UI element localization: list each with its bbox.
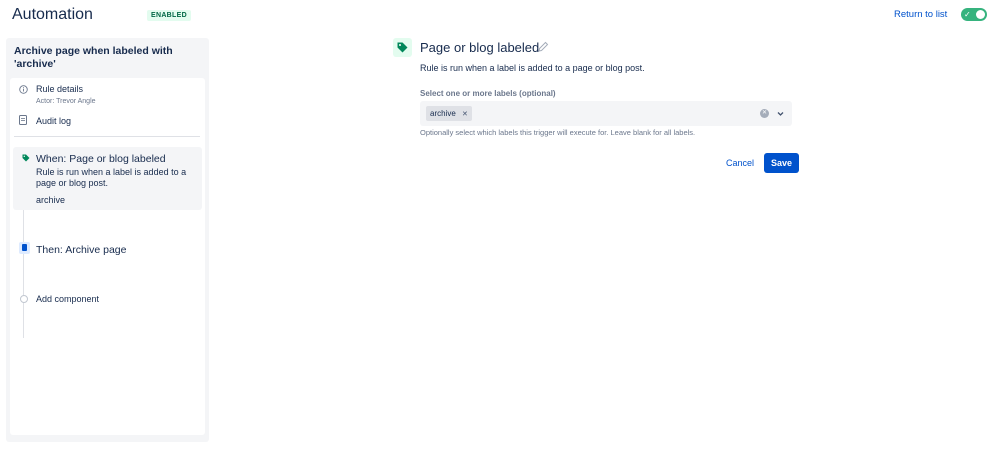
rule-sidebar: Archive page when labeled with 'archive'… [6, 38, 209, 442]
clear-selection-icon[interactable]: ✕ [760, 109, 769, 118]
add-component-button[interactable]: Add component [13, 292, 202, 310]
action-step-title: Then: Archive page [36, 244, 127, 256]
rule-enabled-toggle[interactable]: ✓ [961, 8, 987, 21]
rule-name: Archive page when labeled with 'archive' [14, 45, 173, 70]
status-badge: ENABLED [147, 10, 191, 21]
trigger-step-title: When: Page or blog labeled [36, 153, 166, 165]
labels-select[interactable]: archive ✕ ✕ [420, 101, 792, 126]
labels-helper-text: Optionally select which labels this trig… [420, 128, 696, 137]
trigger-icon [393, 38, 412, 57]
chevron-down-icon[interactable] [776, 109, 785, 118]
check-icon: ✓ [964, 10, 971, 19]
label-chip: archive ✕ [426, 106, 472, 121]
add-component-label: Add component [36, 294, 100, 304]
audit-log-item[interactable]: Audit log [10, 115, 205, 129]
circle-icon [20, 295, 28, 303]
action-step[interactable]: Then: Archive page [13, 239, 202, 261]
rule-details-item[interactable]: Rule details Actor: Trevor Angle [10, 84, 205, 110]
rule-actor: Actor: Trevor Angle [36, 98, 96, 105]
document-icon [19, 115, 27, 127]
trigger-description: Rule is run when a label is added to a p… [420, 63, 645, 73]
trigger-step[interactable]: When: Page or blog labeled Rule is run w… [13, 147, 202, 210]
trigger-step-label: archive [36, 195, 66, 205]
return-to-list-link[interactable]: Return to list [894, 9, 947, 20]
remove-label-icon[interactable]: ✕ [462, 107, 468, 122]
labels-field-label: Select one or more labels (optional) [420, 89, 556, 98]
cancel-button[interactable]: Cancel [719, 153, 761, 173]
rule-details-label: Rule details [36, 84, 84, 94]
trigger-title: Page or blog labeled [420, 40, 540, 55]
save-button[interactable]: Save [764, 153, 799, 173]
archive-page-icon [19, 242, 30, 254]
pencil-icon[interactable] [537, 41, 549, 53]
toggle-knob [976, 10, 985, 19]
tag-icon [397, 42, 408, 53]
sidebar-divider [14, 136, 200, 137]
audit-log-label: Audit log [36, 116, 72, 126]
page-title: Automation [12, 6, 93, 23]
rule-components-card: Rule details Actor: Trevor Angle Audit l… [10, 78, 205, 435]
trigger-step-description: Rule is run when a label is added to a p… [36, 167, 187, 188]
info-icon [19, 85, 28, 96]
tag-icon [22, 154, 30, 162]
label-chip-text: archive [430, 109, 456, 118]
